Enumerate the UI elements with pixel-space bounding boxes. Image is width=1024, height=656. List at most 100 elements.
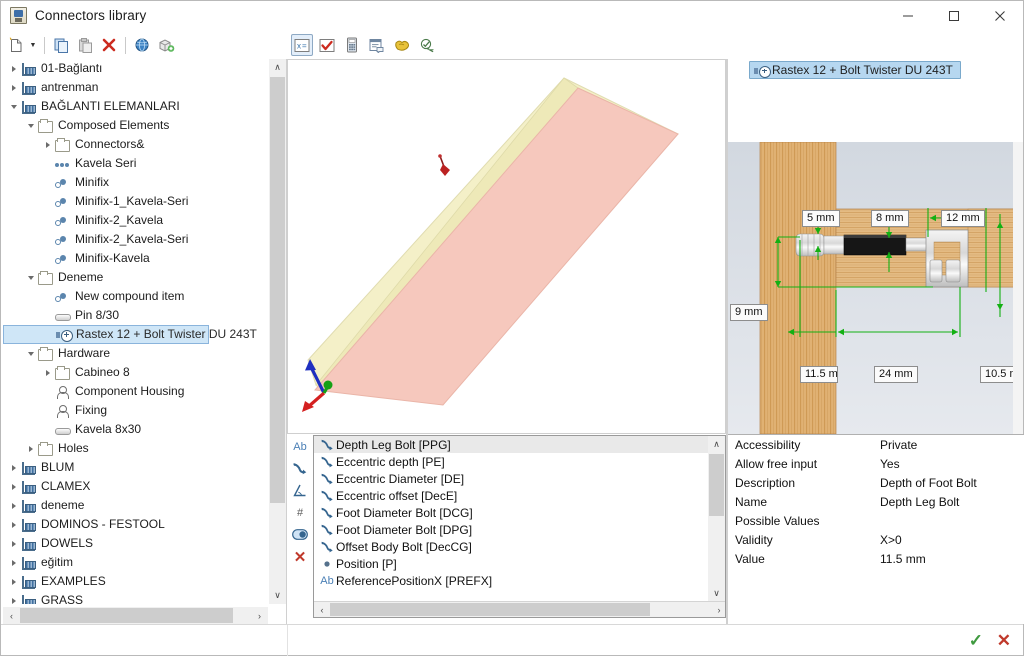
variable-row[interactable]: Foot Diameter Bolt [DPG]	[314, 521, 708, 538]
new-document-dropdown[interactable]: ▼	[29, 34, 39, 56]
tree-scroll-up-button[interactable]: ∧	[269, 59, 286, 76]
tree-scroll-down-button[interactable]: ∨	[269, 587, 286, 604]
expand-arrow-icon[interactable]	[7, 553, 20, 572]
tree-item[interactable]: antrenman	[3, 78, 268, 97]
expand-arrow-icon[interactable]	[41, 135, 54, 154]
tree-item[interactable]: Minifix-2_Kavela	[3, 211, 268, 230]
tree-horizontal-scrollbar[interactable]: ‹ ›	[3, 607, 268, 624]
property-row[interactable]: Name Depth Leg Bolt	[728, 492, 1024, 511]
form-designer-button[interactable]	[366, 34, 388, 56]
expand-arrow-icon[interactable]	[7, 458, 20, 477]
tree-item[interactable]: Pin 8/30	[3, 306, 268, 325]
tree-item[interactable]: Minifix-2_Kavela-Seri	[3, 230, 268, 249]
tree-item[interactable]: Connectors&	[3, 135, 268, 154]
globe-button[interactable]	[131, 34, 153, 56]
drawing-vertical-scrollbar[interactable]	[1013, 142, 1023, 434]
expand-arrow-icon[interactable]	[7, 534, 20, 553]
tree-item[interactable]: Rastex 12 + Bolt Twister DU 243T	[3, 325, 257, 344]
property-row[interactable]: Validity X>0	[728, 530, 1024, 549]
variable-row[interactable]: Eccentric offset [DecE]	[314, 487, 708, 504]
variable-row[interactable]: Eccentric depth [PE]	[314, 453, 708, 470]
import-package-button[interactable]	[155, 34, 177, 56]
3d-viewport[interactable]	[287, 59, 726, 434]
variables-scroll-up-button[interactable]: ∧	[708, 436, 725, 453]
machining-button[interactable]	[416, 34, 438, 56]
material-button[interactable]	[391, 34, 413, 56]
tree-item[interactable]: GRASS	[3, 591, 268, 604]
tree-item[interactable]: Minifix-Kavela	[3, 249, 268, 268]
tree-item[interactable]: New compound item	[3, 287, 268, 306]
collapse-arrow-icon[interactable]	[24, 268, 37, 287]
expand-arrow-icon[interactable]	[7, 572, 20, 591]
variables-hscroll-thumb[interactable]	[330, 603, 650, 616]
delete-variable-icon[interactable]: ✕	[292, 549, 309, 566]
expand-arrow-icon[interactable]	[7, 477, 20, 496]
property-row[interactable]: Possible Values	[728, 511, 1024, 530]
confirm-button[interactable]: ✓	[969, 631, 983, 651]
new-document-button[interactable]	[5, 34, 27, 56]
tree-item[interactable]: Cabineo 8	[3, 363, 268, 382]
tree-item[interactable]: Fixing	[3, 401, 268, 420]
tree-scroll-left-button[interactable]: ‹	[3, 607, 20, 624]
tree-item[interactable]: Kavela 8x30	[3, 420, 268, 439]
tree-vertical-scrollbar[interactable]: ∧ ∨	[269, 59, 286, 604]
expand-arrow-icon[interactable]	[7, 59, 20, 78]
tree-item[interactable]: DOMINOS - FESTOOL	[3, 515, 268, 534]
property-row[interactable]: Accessibility Private	[728, 435, 1024, 454]
property-row[interactable]: Description Depth of Foot Bolt	[728, 473, 1024, 492]
collapse-arrow-icon[interactable]	[24, 344, 37, 363]
tree-item[interactable]: Kavela Seri	[3, 154, 268, 173]
tree-item[interactable]: BAĞLANTI ELEMANLARI	[3, 97, 268, 116]
curve-type-icon[interactable]	[292, 461, 309, 476]
library-tree[interactable]: 01-Bağlantı antrenman BAĞLANTI ELEMANLARI C…	[3, 59, 268, 604]
tree-item[interactable]: eğitim	[3, 553, 268, 572]
collapse-arrow-icon[interactable]	[24, 116, 37, 135]
delete-x-button[interactable]	[98, 34, 120, 56]
maximize-button[interactable]	[931, 1, 977, 31]
number-type-icon[interactable]: #	[292, 505, 309, 520]
tree-item[interactable]: 01-Bağlantı	[3, 59, 268, 78]
property-row[interactable]: Allow free input Yes	[728, 454, 1024, 473]
close-button[interactable]	[977, 1, 1023, 31]
variable-row[interactable]: Eccentric Diameter [DE]	[314, 470, 708, 487]
variables-button[interactable]: x =	[291, 34, 313, 56]
tree-item[interactable]: Minifix-1_Kavela-Seri	[3, 192, 268, 211]
tree-scroll-right-button[interactable]: ›	[251, 607, 268, 624]
property-row[interactable]: Value 11.5 mm	[728, 549, 1024, 568]
tree-item[interactable]: DOWELS	[3, 534, 268, 553]
variables-scroll-right-button[interactable]: ›	[711, 602, 725, 618]
tree-item[interactable]: CLAMEX	[3, 477, 268, 496]
minimize-button[interactable]	[885, 1, 931, 31]
variable-row[interactable]: Position [P]	[314, 555, 708, 572]
text-type-icon[interactable]: Ab	[292, 439, 309, 454]
tree-hscroll-thumb[interactable]	[20, 608, 233, 623]
tree-item[interactable]: Composed Elements	[3, 116, 268, 135]
variables-scroll-left-button[interactable]: ‹	[314, 602, 330, 618]
tree-item[interactable]: Hardware	[3, 344, 268, 363]
variables-vscroll-thumb[interactable]	[709, 454, 724, 516]
tree-item[interactable]: Holes	[3, 439, 268, 458]
copy-button[interactable]	[50, 34, 72, 56]
boolean-type-icon[interactable]	[292, 527, 309, 542]
variable-row[interactable]: Depth Leg Bolt [PPG]	[314, 436, 708, 453]
calculator-button[interactable]	[341, 34, 363, 56]
expand-arrow-icon[interactable]	[7, 591, 20, 604]
collapse-arrow-icon[interactable]	[7, 97, 20, 116]
variables-vertical-scrollbar[interactable]: ∧ ∨	[708, 436, 725, 602]
variables-list[interactable]: Depth Leg Bolt [PPG] Eccentric depth [PE]…	[313, 435, 726, 618]
selected-item-chip[interactable]: Rastex 12 + Bolt Twister DU 243T	[749, 61, 961, 79]
expand-arrow-icon[interactable]	[24, 439, 37, 458]
variables-horizontal-scrollbar[interactable]: ‹ ›	[314, 601, 725, 618]
variable-row[interactable]: Foot Diameter Bolt [DCG]	[314, 504, 708, 521]
angle-type-icon[interactable]	[292, 483, 309, 498]
paste-button[interactable]	[74, 34, 96, 56]
technical-drawing[interactable]: 5 mm 8 mm 12 mm 9 mm 11.5 mm 24 mm 10.5 …	[728, 142, 1014, 434]
tree-item[interactable]: deneme	[3, 496, 268, 515]
tree-item[interactable]: EXAMPLES	[3, 572, 268, 591]
expand-arrow-icon[interactable]	[7, 496, 20, 515]
expand-arrow-icon[interactable]	[41, 363, 54, 382]
tree-item[interactable]: BLUM	[3, 458, 268, 477]
expand-arrow-icon[interactable]	[7, 515, 20, 534]
variable-row[interactable]: Ab ReferencePositionX [PREFX]	[314, 572, 708, 589]
validate-button[interactable]	[316, 34, 338, 56]
